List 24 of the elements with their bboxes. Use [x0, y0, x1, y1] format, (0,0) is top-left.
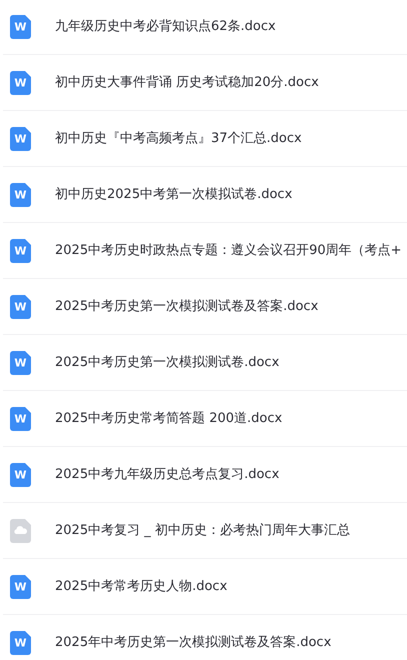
file-name[interactable]: 2025中考历史第一次模拟测试卷及答案.docx	[55, 296, 318, 316]
file-name[interactable]: 2025中考历史常考简答题 200道.docx	[55, 408, 282, 428]
document-icon: W	[10, 350, 31, 374]
file-name[interactable]: 2025中考历史第一次模拟测试卷.docx	[55, 352, 280, 372]
file-name[interactable]: 初中历史大事件背诵 历史考试稳加20分.docx	[55, 72, 319, 92]
file-name[interactable]: 初中历史『中考高频考点』37个汇总.docx	[55, 128, 302, 148]
document-icon: W	[10, 462, 31, 486]
document-icon: W	[10, 126, 31, 150]
document-icon: W	[10, 238, 31, 262]
document-icon: W	[10, 630, 31, 654]
document-icon: W	[10, 182, 31, 206]
file-name[interactable]: 2025中考常考历史人物.docx	[55, 576, 228, 596]
file-name[interactable]: 2025中考历史时政热点专题：遵义会议召开90周年（考点+	[55, 240, 402, 260]
file-name[interactable]: 2025中考复习 _ 初中历史：必考热门周年大事汇总	[55, 520, 350, 540]
file-name[interactable]: 2025年中考历史第一次模拟测试卷及答案.docx	[55, 632, 332, 652]
file-name[interactable]: 2025中考九年级历史总考点复习.docx	[55, 464, 280, 484]
document-icon: W	[10, 406, 31, 430]
cloud-icon	[10, 518, 31, 542]
file-name[interactable]: 九年级历史中考必背知识点62条.docx	[55, 16, 276, 36]
document-icon: W	[10, 14, 31, 38]
document-icon: W	[10, 294, 31, 318]
document-icon: W	[10, 70, 31, 94]
file-name[interactable]: 初中历史2025中考第一次模拟试卷.docx	[55, 184, 292, 204]
document-icon: W	[10, 574, 31, 598]
